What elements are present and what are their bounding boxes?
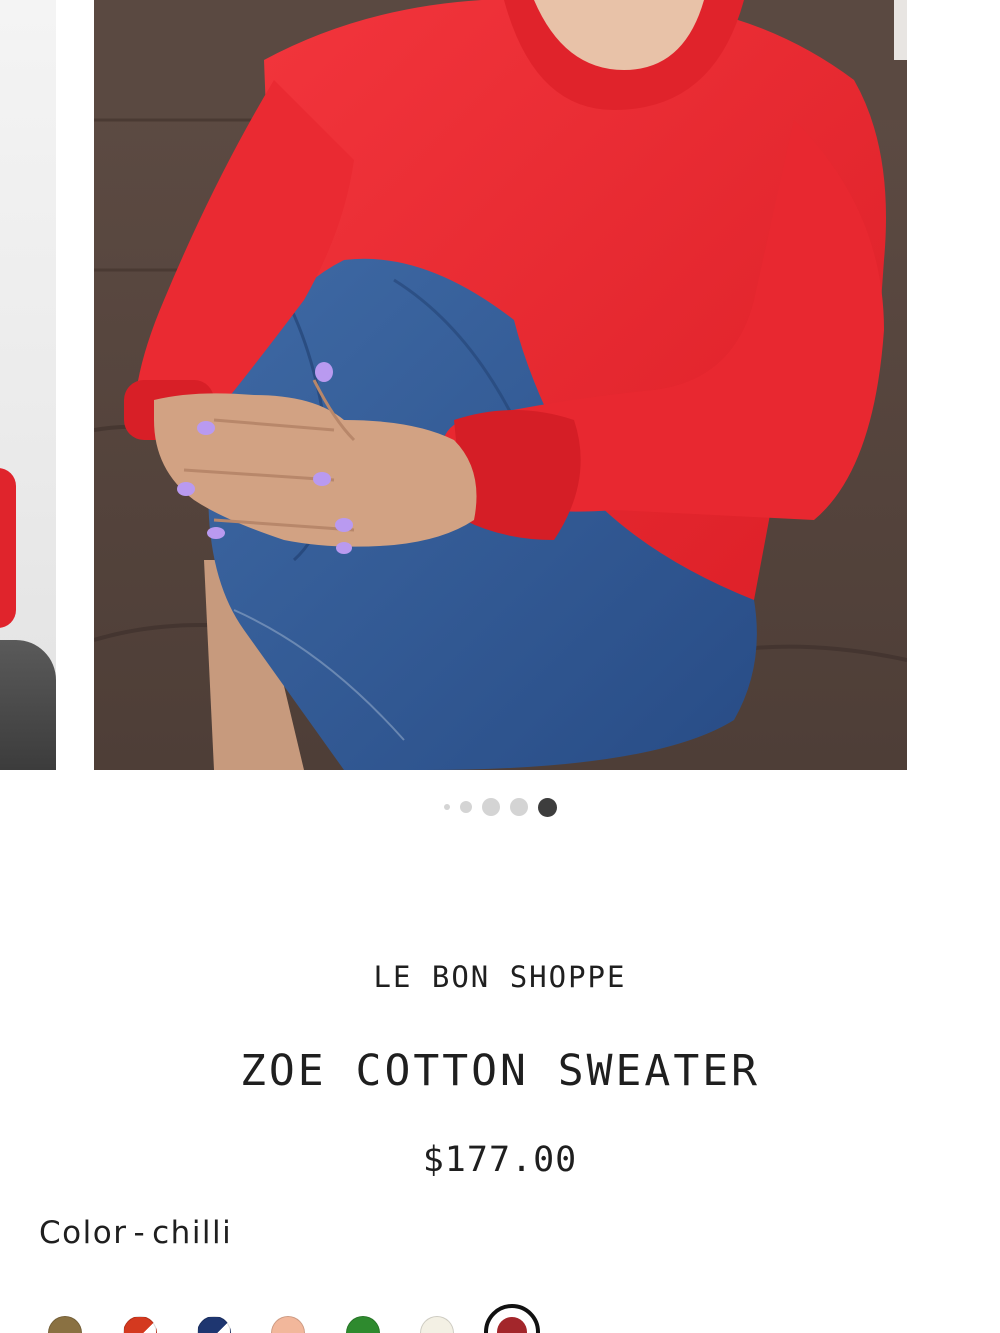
color-selection-label: Color - chilli: [39, 1215, 232, 1251]
carousel-current-slide[interactable]: [94, 0, 907, 770]
color-label-separator: -: [133, 1215, 147, 1251]
product-photo: [94, 0, 907, 770]
product-price: $177.00: [422, 1140, 578, 1180]
carousel-dot-1[interactable]: [443, 804, 450, 810]
carousel-dot-5-active[interactable]: [537, 797, 557, 817]
prev-slide-seat: [0, 640, 56, 770]
swatch-olive[interactable]: [48, 1316, 82, 1333]
swatch-cream[interactable]: [420, 1316, 454, 1333]
swatch-chilli-fill: [497, 1317, 527, 1333]
swatch-green[interactable]: [346, 1316, 380, 1333]
color-swatch-list: [0, 1300, 1000, 1333]
swatch-chilli-selected[interactable]: [484, 1304, 540, 1333]
carousel-dot-3[interactable]: [481, 798, 500, 816]
swatch-red-white[interactable]: [123, 1316, 157, 1333]
product-image-carousel[interactable]: [0, 0, 1000, 770]
product-title: ZOE COTTON SWEATER: [240, 1046, 760, 1096]
carousel-dot-4[interactable]: [509, 798, 528, 816]
carousel-dot-2[interactable]: [459, 801, 472, 813]
swatch-peach[interactable]: [271, 1316, 305, 1333]
prev-slide-sweater-sleeve: [0, 468, 16, 628]
carousel-pagination: [0, 796, 1000, 818]
product-page: LE BON SHOPPE ZOE COTTON SWEATER $177.00…: [0, 0, 1000, 1333]
carousel-prev-slide[interactable]: [0, 0, 56, 770]
swatch-navy-white[interactable]: [197, 1316, 231, 1333]
color-label-text: Color: [39, 1215, 128, 1251]
product-brand[interactable]: LE BON SHOPPE: [0, 960, 1000, 994]
selected-color-name: chilli: [152, 1215, 233, 1251]
